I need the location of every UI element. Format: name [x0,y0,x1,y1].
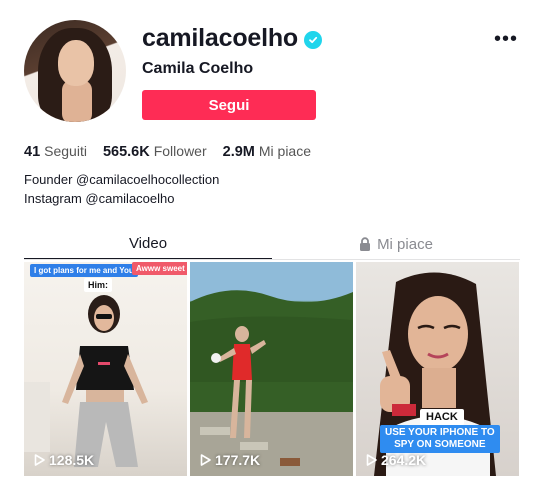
video-thumbnail-image [190,290,353,476]
profile-avatar[interactable] [24,20,126,122]
video-thumbnail[interactable]: HACK USE YOUR IPHONE TO SPY ON SOMEONE 2… [356,262,519,476]
stat-label: Follower [153,143,207,159]
video-thumbnail[interactable]: 177.7K [190,262,353,476]
view-count: 264.2K [366,452,426,468]
view-count-value: 128.5K [49,452,95,468]
more-options-icon[interactable]: ••• [494,28,518,51]
video-caption: I got plans for me and You [30,264,138,277]
stat-value: 565.6K [102,144,150,160]
tab-liked[interactable]: Mi piace [272,228,520,260]
display-name: Camila Coelho [142,60,254,77]
profile-tabs: Video Mi piace [24,228,520,260]
video-grid: I got plans for me and You Awww sweet Hi… [24,262,519,476]
video-caption: HACK [420,409,464,425]
profile-stats: 41 Seguiti 565.6K Follower 2.9M Mi piace [24,143,311,160]
play-icon [200,454,211,466]
tab-videos[interactable]: Video [24,228,272,260]
stat-value: 2.9M [222,144,255,160]
username-row: camilacoelho [142,24,322,53]
profile-bio: Founder @camilacoelhocollection Instagra… [24,170,219,208]
play-icon [34,454,45,466]
play-icon [366,454,377,466]
video-caption: USE YOUR IPHONE TO [385,427,495,438]
follow-button[interactable]: Segui [142,90,316,120]
view-count: 177.7K [200,452,260,468]
view-count: 128.5K [34,452,94,468]
tab-label: Video [128,234,168,252]
avatar-face [58,40,94,86]
video-thumbnail[interactable]: I got plans for me and You Awww sweet Hi… [24,262,187,476]
stat-following[interactable]: 41 Seguiti [24,143,87,160]
tab-label: Mi piace [377,235,433,253]
username: camilacoelho [142,24,298,52]
tabs-divider [24,259,520,260]
view-count-value: 264.2K [381,452,427,468]
video-caption: SPY ON SOMEONE [394,439,486,450]
avatar-neck [62,80,92,122]
stat-value: 41 [24,144,41,160]
stat-label: Mi piace [258,143,312,159]
video-caption-block: USE YOUR IPHONE TO SPY ON SOMEONE [380,425,500,453]
verified-badge-icon [304,31,322,49]
video-caption: Awww sweet [132,262,187,275]
bio-line: Instagram @camilacoelho [24,191,175,206]
video-caption: Him: [84,278,112,292]
lock-icon [360,237,371,251]
video-thumbnail-image [24,295,148,467]
view-count-value: 177.7K [215,452,261,468]
stat-label: Seguiti [44,143,87,159]
stat-likes: 2.9M Mi piace [223,143,311,160]
bio-line: Founder @camilacoelhocollection [24,172,220,187]
stat-followers[interactable]: 565.6K Follower [103,143,207,160]
